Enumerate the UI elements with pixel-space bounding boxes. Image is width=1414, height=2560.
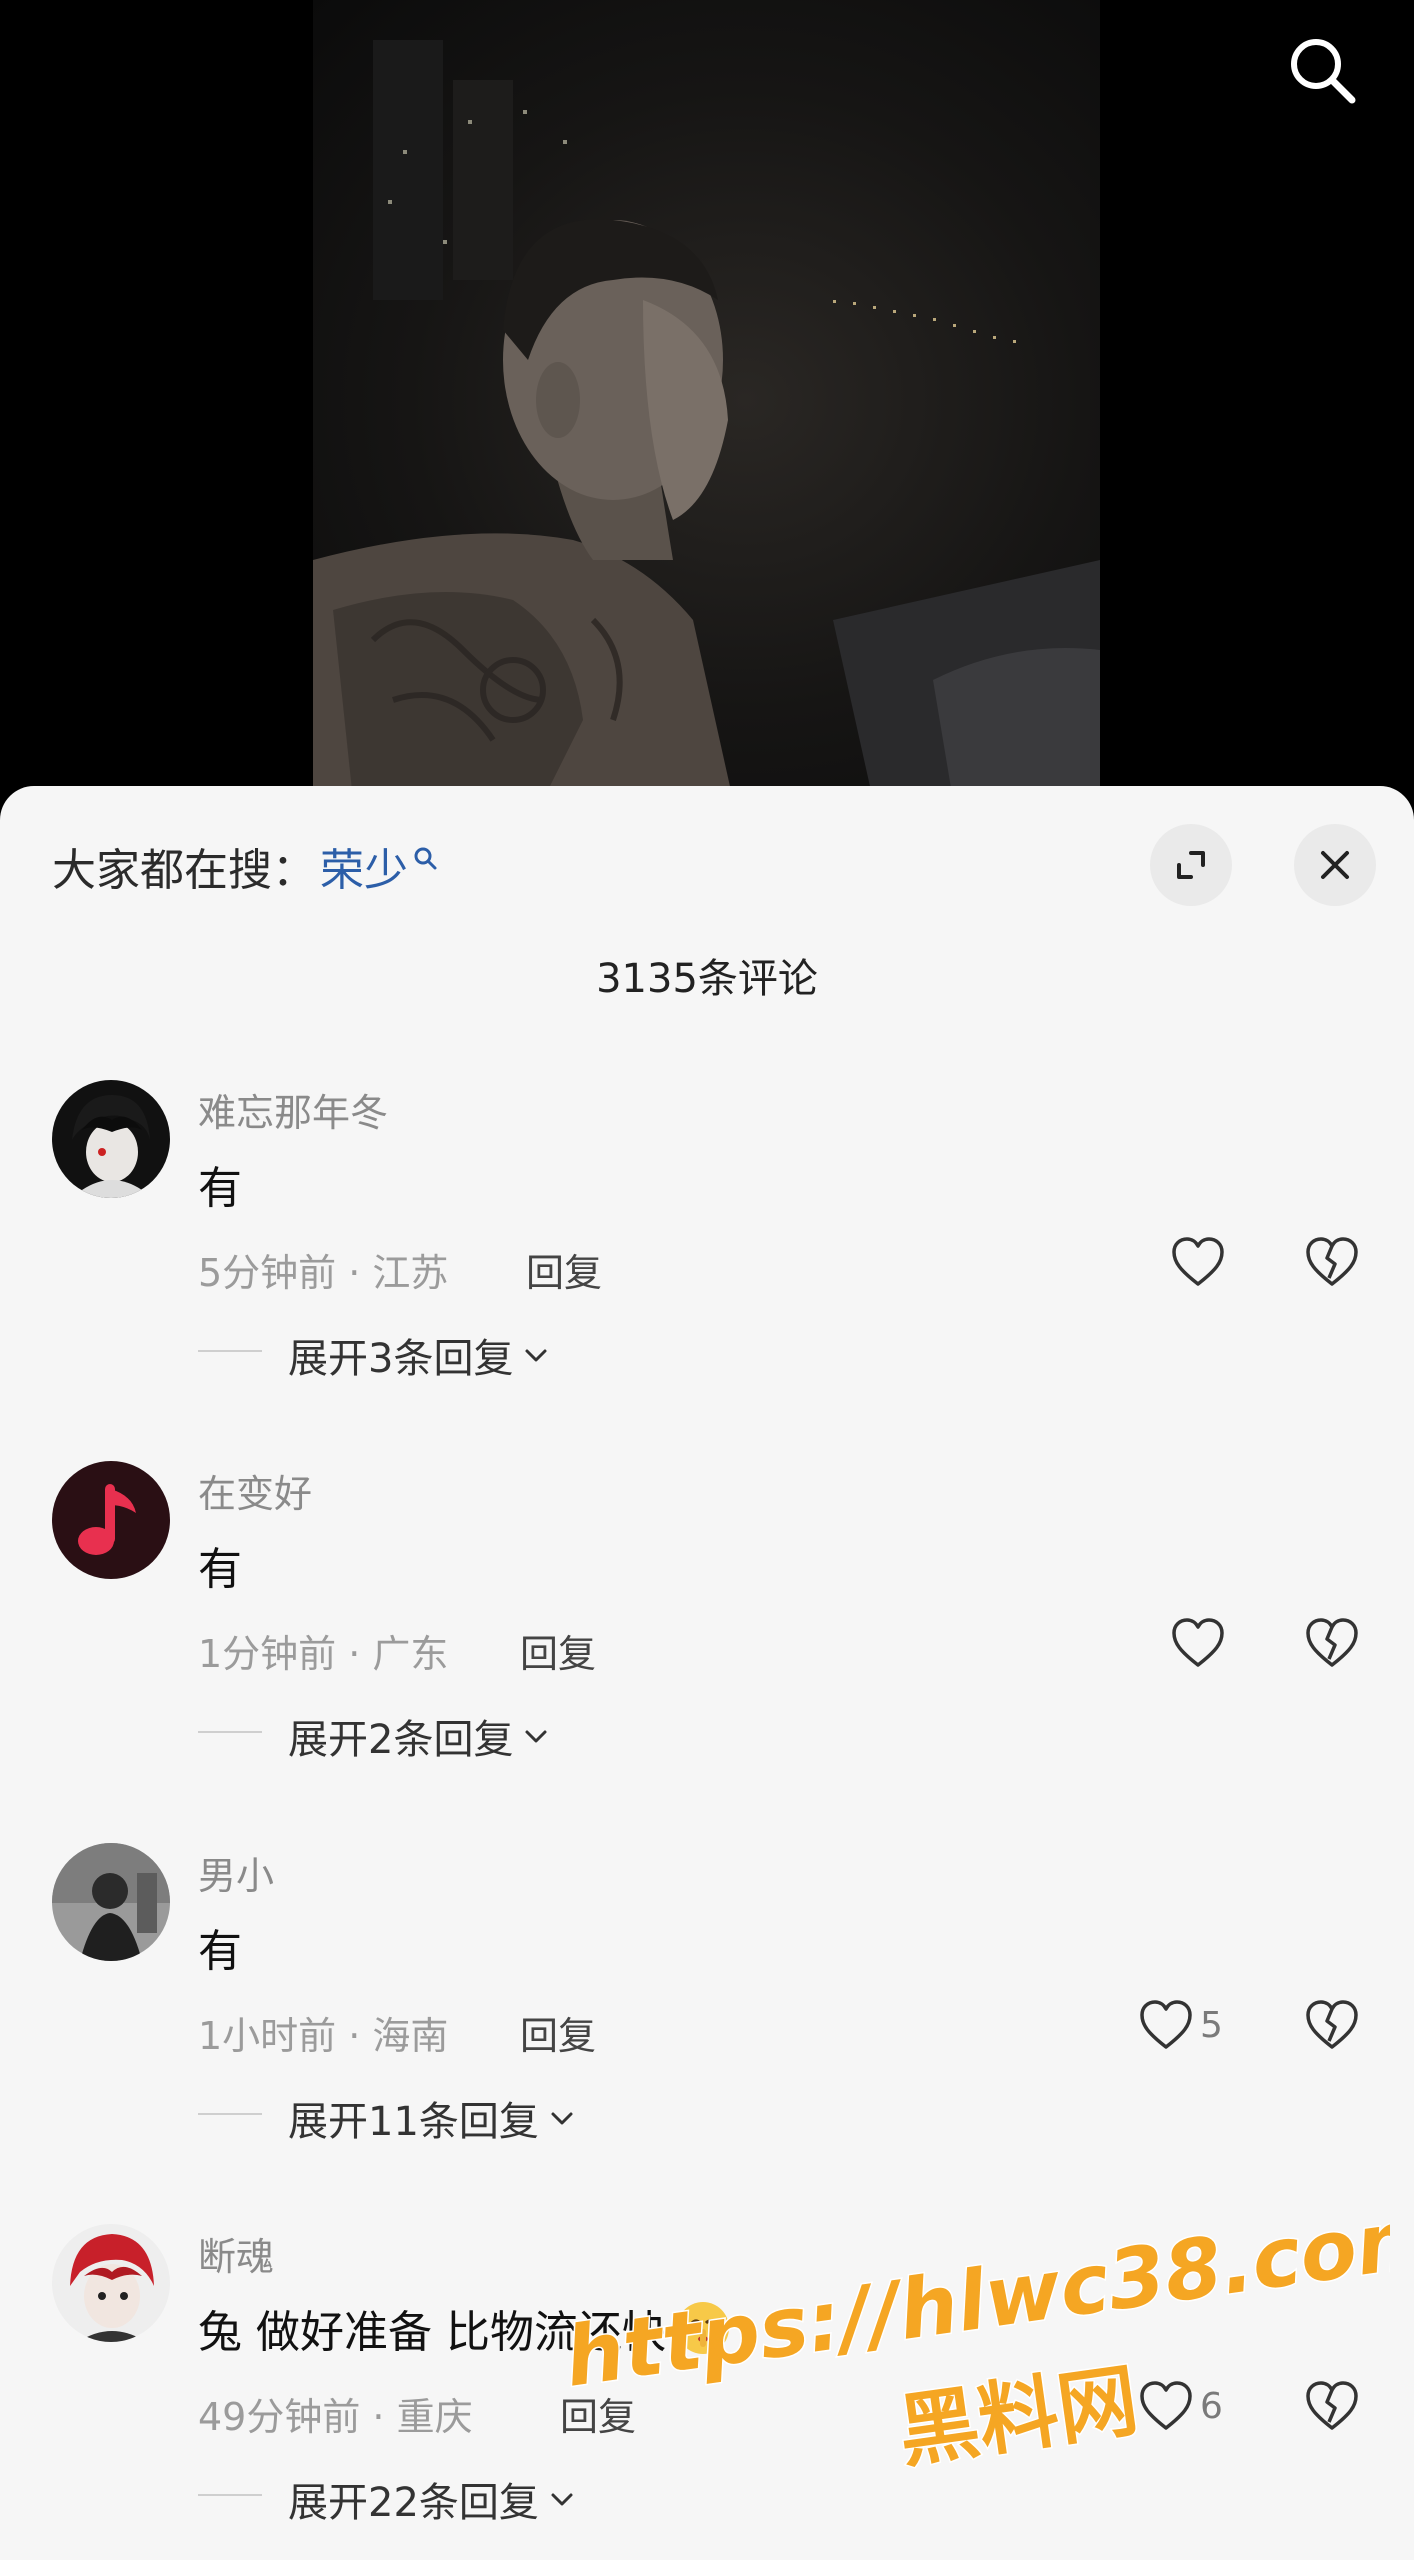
comment-sheet: 大家都在搜： 荣少 3135条评论 难忘那年冬 有 5分钟前 · 江苏 回复 展… [0,786,1414,2560]
expand-divider [198,2113,262,2115]
expand-replies-button[interactable]: 展开3条回复 [288,1326,549,1384]
reply-button[interactable]: 回复 [520,2005,596,2060]
broken-heart-icon [1306,1237,1358,1286]
comment-item: 断魂 兔 做好准备 比物流还快 49分钟前 · 重庆 回复 6 展开22条回复 [0,2224,1414,2560]
expand-replies-label: 展开3条回复 [288,1336,514,1382]
video-frame [313,0,1100,800]
avatar[interactable] [52,1461,170,1579]
chevron-down-icon [525,1349,547,1362]
comment-username[interactable]: 男小 [198,1845,274,1900]
comment-item: 难忘那年冬 有 5分钟前 · 江苏 回复 展开3条回复 [0,1080,1414,1440]
comment-meta: 49分钟前 · 重庆 [198,2395,473,2439]
like-button[interactable]: 6 [1138,2374,1223,2438]
expand-divider [198,2494,262,2496]
chevron-down-icon [551,2493,573,2506]
like-button[interactable] [1170,1230,1232,1294]
expand-replies-button[interactable]: 展开2条回复 [288,1707,549,1765]
trending-keyword-link[interactable]: 荣少 [320,834,408,898]
broken-heart-icon [1306,2381,1358,2430]
comment-text: 有 [198,1926,242,1977]
heart-icon [1140,2381,1192,2430]
comment-meta: 1分钟前 · 广东 [198,1632,449,1676]
dislike-button[interactable] [1302,2374,1362,2438]
anime-avatar-image [52,1080,170,1198]
broken-heart-icon [1306,1618,1358,1667]
comment-item: 在变好 有 1分钟前 · 广东 回复 展开2条回复 [0,1461,1414,1821]
anime-avatar-image [52,2224,170,2342]
expand-replies-button[interactable]: 展开22条回复 [288,2470,575,2528]
top-search-button[interactable] [1282,30,1362,110]
comment-meta: 1小时前 · 海南 [198,2014,449,2058]
search-icon [414,847,437,870]
expand-sheet-button[interactable] [1150,824,1232,906]
reply-button[interactable]: 回复 [520,1623,596,1678]
close-icon [1321,851,1349,879]
expand-icon [1177,851,1205,879]
like-count: 5 [1200,2004,1223,2046]
like-button[interactable] [1170,1611,1232,1675]
photo-avatar-image [52,1843,170,1961]
comment-item: 男小 有 1小时前 · 海南 回复 5 展开11条回复 [0,1843,1414,2203]
comment-text: 有 [198,1163,242,1214]
expand-divider [198,1350,262,1352]
video-player[interactable] [0,0,1414,800]
reply-button[interactable]: 回复 [526,1242,602,1297]
comment-username[interactable]: 断魂 [198,2226,274,2281]
expand-replies-button[interactable]: 展开11条回复 [288,2089,575,2147]
expand-replies-label: 展开11条回复 [288,2099,539,2145]
dislike-button[interactable] [1302,1611,1362,1675]
comment-meta: 5分钟前 · 江苏 [198,1251,449,1295]
comment-text: 有 [198,1544,242,1595]
avatar[interactable] [52,2224,170,2342]
search-icon [1291,39,1356,104]
trending-search: 大家都在搜： 荣少 [52,834,438,898]
dislike-button[interactable] [1302,1993,1362,2057]
comment-username[interactable]: 难忘那年冬 [198,1082,388,1137]
reply-button[interactable]: 回复 [560,2386,636,2441]
shushing-face-emoji [676,2302,729,2354]
video-still [313,40,1100,800]
trending-label: 大家都在搜： [52,845,316,896]
dislike-button[interactable] [1302,1230,1362,1294]
heart-icon [1140,2000,1192,2049]
avatar[interactable] [52,1843,170,1961]
broken-heart-icon [1306,2000,1358,2049]
like-count: 6 [1200,2385,1223,2427]
expand-divider [198,1731,262,1733]
like-button[interactable]: 5 [1138,1993,1223,2057]
music-avatar-image [52,1461,170,1579]
comment-text: 兔 做好准备 比物流还快 [198,2296,732,2360]
comment-count: 3135条评论 [596,956,818,1002]
chevron-down-icon [551,2112,573,2125]
chevron-down-icon [525,1730,547,1743]
close-sheet-button[interactable] [1294,824,1376,906]
avatar[interactable] [52,1080,170,1198]
expand-replies-label: 展开2条回复 [288,1717,514,1763]
expand-replies-label: 展开22条回复 [288,2480,539,2526]
heart-icon [1172,1618,1224,1667]
comment-text-content: 兔 做好准备 比物流还快 [198,2307,666,2358]
comment-username[interactable]: 在变好 [198,1463,312,1518]
heart-icon [1172,1237,1224,1286]
